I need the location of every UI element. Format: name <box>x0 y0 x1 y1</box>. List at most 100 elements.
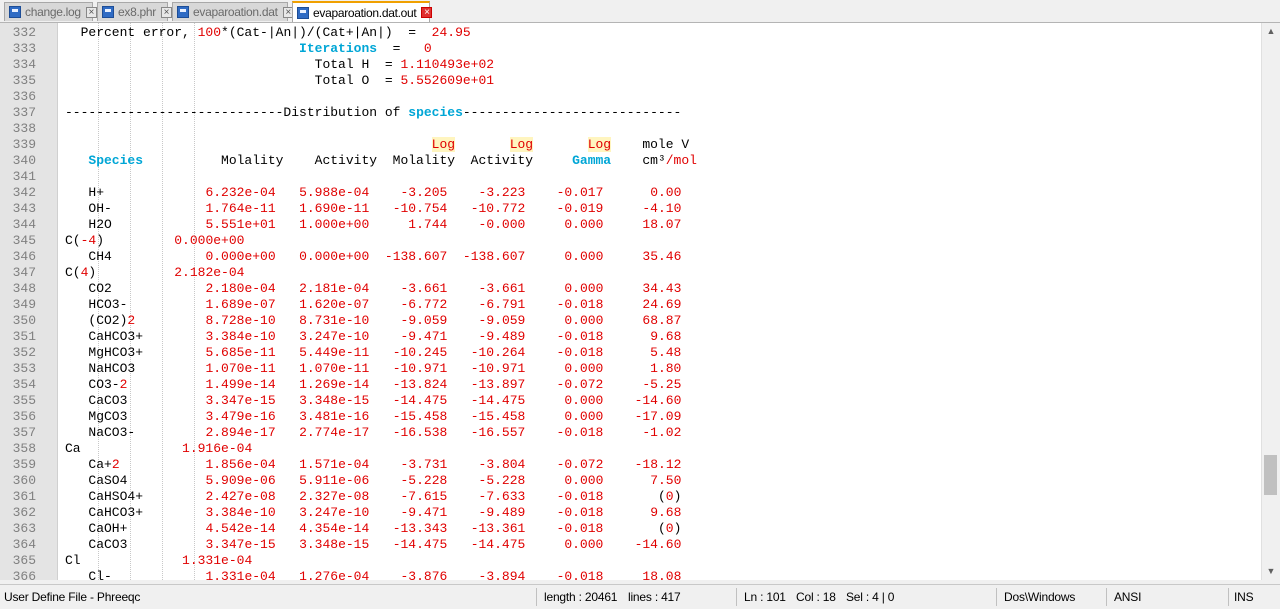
text-segment: ) <box>96 233 175 248</box>
code-line[interactable]: 334 Total H = 1.110493e+02 <box>0 57 1261 73</box>
code-line[interactable]: 351 CaHCO3+ 3.384e-10 3.247e-10 -9.471 -… <box>0 329 1261 345</box>
code-line[interactable]: 357 NaCO3- 2.894e-17 2.774e-17 -16.538 -… <box>0 425 1261 441</box>
text-segment: -17.09 <box>634 409 682 424</box>
code-line[interactable]: 340 Species Molality Activity Molality A… <box>0 153 1261 169</box>
text-segment: C( <box>65 265 81 280</box>
code-line[interactable]: 353 NaHCO3 1.070e-11 1.070e-11 -10.971 -… <box>0 361 1261 377</box>
line-text: Iterations = 0 <box>65 41 432 57</box>
code-line[interactable]: 341 <box>0 169 1261 185</box>
code-line[interactable]: 364 CaCO3 3.347e-15 3.348e-15 -14.475 -1… <box>0 537 1261 553</box>
text-segment: 1.620e-07 <box>299 297 370 312</box>
line-text: CaHSO4+ 2.427e-08 2.327e-08 -7.615 -7.63… <box>65 489 681 505</box>
code-line[interactable]: 352 MgHCO3+ 5.685e-11 5.449e-11 -10.245 … <box>0 345 1261 361</box>
text-segment: CaCO3 <box>65 537 206 552</box>
text-segment: -10.264 <box>470 345 526 360</box>
text-segment: 5.988e-04 <box>299 185 370 200</box>
text-segment <box>447 569 478 580</box>
text-segment: /mol <box>665 153 697 168</box>
text-segment <box>369 425 392 440</box>
text-segment <box>603 281 642 296</box>
status-divider <box>536 588 537 606</box>
code-line[interactable]: 355 CaCO3 3.347e-15 3.348e-15 -14.475 -1… <box>0 393 1261 409</box>
text-segment: CaHSO4+ <box>65 489 206 504</box>
line-number: 347 <box>12 265 36 280</box>
code-line[interactable]: 354 CO3-2 1.499e-14 1.269e-14 -13.824 -1… <box>0 377 1261 393</box>
text-segment <box>369 409 392 424</box>
text-segment: 5.552609e+01 <box>400 73 495 88</box>
code-line[interactable]: 362 CaHCO3+ 3.384e-10 3.247e-10 -9.471 -… <box>0 505 1261 521</box>
text-segment <box>369 569 400 580</box>
text-editor[interactable]: 332 Percent error, 100*(Cat-|An|)/(Cat+|… <box>0 23 1261 580</box>
text-segment <box>525 217 564 232</box>
text-segment <box>447 217 478 232</box>
code-line[interactable]: 344 H2O 5.551e+01 1.000e+00 1.744 -0.000… <box>0 217 1261 233</box>
text-segment: -0.018 <box>556 329 604 344</box>
tab-evaparoation-dat-out[interactable]: evaparoation.dat.out × <box>292 1 433 22</box>
line-number: 356 <box>12 409 36 424</box>
code-line[interactable]: 332 Percent error, 100*(Cat-|An|)/(Cat+|… <box>0 25 1261 41</box>
file-icon <box>102 6 114 18</box>
text-segment <box>447 313 478 328</box>
scroll-up-arrow-icon[interactable]: ▲ <box>1262 23 1280 40</box>
code-line[interactable]: 365 Cl 1.331e-04 <box>0 553 1261 569</box>
code-line[interactable]: 335 Total O = 5.552609e+01 <box>0 73 1261 89</box>
close-icon[interactable]: × <box>160 6 172 18</box>
code-line[interactable]: 338 <box>0 121 1261 137</box>
code-line[interactable]: 366 Cl- 1.331e-04 1.276e-04 -3.876 -3.89… <box>0 569 1261 580</box>
vertical-scrollbar[interactable]: ▲ ▼ <box>1261 23 1280 580</box>
code-line[interactable]: 361 CaHSO4+ 2.427e-08 2.327e-08 -7.615 -… <box>0 489 1261 505</box>
code-line[interactable]: 350 (CO2)2 8.728e-10 8.731e-10 -9.059 -9… <box>0 313 1261 329</box>
code-line[interactable]: 346 CH4 0.000e+00 0.000e+00 -138.607 -13… <box>0 249 1261 265</box>
code-line[interactable]: 333 Iterations = 0 <box>0 41 1261 57</box>
text-segment: 34.43 <box>642 281 682 296</box>
code-line[interactable]: 342 H+ 6.232e-04 5.988e-04 -3.205 -3.223… <box>0 185 1261 201</box>
code-line[interactable]: 358 Ca 1.916e-04 <box>0 441 1261 457</box>
line-text: NaHCO3 1.070e-11 1.070e-11 -10.971 -10.9… <box>65 361 681 377</box>
code-line[interactable]: 360 CaSO4 5.909e-06 5.911e-06 -5.228 -5.… <box>0 473 1261 489</box>
status-column: Col : 18 <box>796 590 836 604</box>
text-segment <box>603 185 650 200</box>
tab-change-log[interactable]: change.log × <box>4 2 97 21</box>
code-line[interactable]: 337 ----------------------------Distribut… <box>0 105 1261 121</box>
code-line[interactable]: 348 CO2 2.180e-04 2.181e-04 -3.661 -3.66… <box>0 281 1261 297</box>
text-segment: 8.731e-10 <box>299 313 370 328</box>
text-segment <box>525 569 556 580</box>
text-segment: -0.072 <box>556 377 604 392</box>
line-text: H2O 5.551e+01 1.000e+00 1.744 -0.000 0.0… <box>65 217 681 233</box>
line-number: 350 <box>12 313 36 328</box>
text-segment: -0.018 <box>556 505 604 520</box>
code-line[interactable]: 349 HCO3- 1.689e-07 1.620e-07 -6.772 -6.… <box>0 297 1261 313</box>
code-line[interactable]: 363 CaOH+ 4.542e-14 4.354e-14 -13.343 -1… <box>0 521 1261 537</box>
text-segment: 0.000 <box>564 409 604 424</box>
code-line[interactable]: 356 MgCO3 3.479e-16 3.481e-16 -15.458 -1… <box>0 409 1261 425</box>
text-segment: -0.017 <box>556 185 604 200</box>
tab-ex8-phr[interactable]: ex8.phr × <box>97 2 172 21</box>
text-segment: -0.018 <box>556 569 604 580</box>
scroll-down-arrow-icon[interactable]: ▼ <box>1262 563 1280 580</box>
text-segment <box>525 297 556 312</box>
text-segment: CaHCO3+ <box>65 505 206 520</box>
line-text: CO2 2.180e-04 2.181e-04 -3.661 -3.661 0.… <box>65 281 681 297</box>
code-line[interactable]: 343 OH- 1.764e-11 1.690e-11 -10.754 -10.… <box>0 201 1261 217</box>
text-segment: -5.228 <box>400 473 448 488</box>
text-segment <box>369 185 400 200</box>
code-line[interactable]: 359 Ca+2 1.856e-04 1.571e-04 -3.731 -3.8… <box>0 457 1261 473</box>
code-line[interactable]: 339 Log Log Log mole V <box>0 137 1261 153</box>
code-line[interactable]: 347 C(4) 2.182e-04 <box>0 265 1261 281</box>
text-segment <box>65 41 299 56</box>
text-segment: 0.000e+00 <box>205 249 276 264</box>
text-segment: 2.894e-17 <box>205 425 276 440</box>
close-icon[interactable]: × <box>85 6 97 18</box>
tab-evaparoation-dat[interactable]: evaparoation.dat × <box>172 2 294 21</box>
text-segment: 24.69 <box>642 297 682 312</box>
text-segment: 5.449e-11 <box>299 345 370 360</box>
code-line[interactable]: 336 <box>0 89 1261 105</box>
line-text: Ca+2 1.856e-04 1.571e-04 -3.731 -3.804 -… <box>65 457 681 473</box>
text-segment: CaHCO3+ <box>65 329 206 344</box>
line-number: 365 <box>12 553 36 568</box>
text-segment: 0.000 <box>564 249 604 264</box>
scrollbar-thumb[interactable] <box>1264 455 1277 495</box>
close-icon[interactable]: × <box>421 7 433 18</box>
code-line[interactable]: 345 C(-4) 0.000e+00 <box>0 233 1261 249</box>
text-segment <box>603 505 650 520</box>
